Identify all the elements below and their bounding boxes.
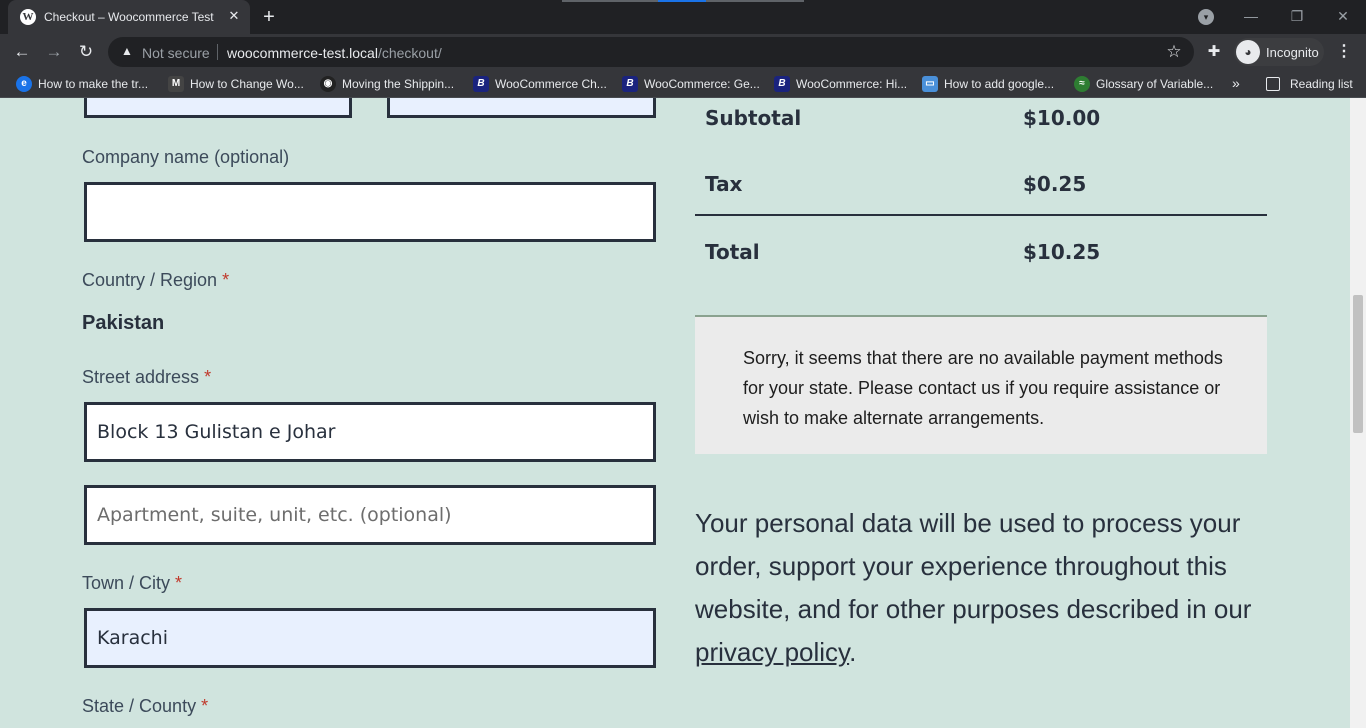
privacy-notice-text: Your personal data will be used to proce… xyxy=(695,508,1252,624)
total-row: Total $10.25 xyxy=(695,226,1267,282)
company-name-label: Company name (optional) xyxy=(82,147,290,167)
bookmark-favicon-icon: e xyxy=(16,76,32,92)
checkout-page: Company name (optional) Country / Region… xyxy=(0,98,1350,728)
country-label: Country / Region * xyxy=(82,270,229,291)
url-host: woocommerce-test.local xyxy=(227,45,378,61)
minimize-icon[interactable]: — xyxy=(1236,4,1266,28)
not-secure-label[interactable]: Not secure xyxy=(142,45,210,61)
subtotal-value: $10.00 xyxy=(1023,106,1101,130)
tax-value: $0.25 xyxy=(1023,172,1087,196)
bookmark-favicon-icon: B xyxy=(622,76,638,92)
company-name-input[interactable] xyxy=(84,182,656,242)
apartment-input[interactable] xyxy=(84,485,656,545)
reading-list-icon xyxy=(1266,77,1280,91)
restore-icon[interactable]: ❐ xyxy=(1282,4,1312,28)
town-city-input[interactable] xyxy=(84,608,656,668)
bookmark-label: WooCommerce: Ge... xyxy=(644,77,760,91)
street-address-label: Street address * xyxy=(82,367,211,388)
street-address-label-text: Street address xyxy=(82,367,200,387)
active-tab[interactable]: W Checkout – Woocommerce Test ✕ xyxy=(8,0,250,34)
country-label-text: Country / Region xyxy=(82,270,218,290)
subtotal-label: Subtotal xyxy=(705,106,802,130)
back-arrow-icon[interactable]: ← xyxy=(10,40,34,64)
required-mark: * xyxy=(222,270,230,290)
state-county-label: State / County * xyxy=(82,696,208,717)
privacy-policy-link[interactable]: privacy policy xyxy=(695,637,849,667)
first-name-input[interactable] xyxy=(84,98,352,118)
address-bar[interactable]: ▲ Not secure woocommerce-test.local/chec… xyxy=(108,37,1194,67)
tab-title: Checkout – Woocommerce Test xyxy=(44,10,214,24)
tab-search-icon[interactable]: ▾ xyxy=(1198,9,1214,25)
state-county-label-text: State / County xyxy=(82,696,197,716)
bookmark-favicon-icon: B xyxy=(774,76,790,92)
bookmarks-bar: e How to make the tr... M How to Change … xyxy=(0,70,1366,98)
bookmark-favicon-icon: B xyxy=(473,76,489,92)
tab-strip-indicator xyxy=(562,0,658,2)
incognito-profile-button[interactable]: ◕ Incognito xyxy=(1234,38,1324,66)
browser-toolbar: ← → ↻ ▲ Not secure woocommerce-test.loca… xyxy=(0,34,1366,70)
reading-list-label: Reading list xyxy=(1290,77,1353,91)
payment-notice-text: Sorry, it seems that there are no availa… xyxy=(743,348,1223,428)
url-path: /checkout/ xyxy=(377,45,442,61)
subtotal-row: Subtotal $10.00 xyxy=(695,98,1267,148)
url-text[interactable]: woocommerce-test.local/checkout/ xyxy=(227,45,442,61)
total-value: $10.25 xyxy=(1023,240,1101,264)
last-name-input[interactable] xyxy=(387,98,656,118)
bookmark-label: How to add google... xyxy=(944,77,1055,91)
bookmark-label: WooCommerce Ch... xyxy=(495,77,607,91)
forward-arrow-icon[interactable]: → xyxy=(42,40,66,64)
tab-strip-indicator-active xyxy=(658,0,706,2)
bookmark-label: Moving the Shippin... xyxy=(342,77,455,91)
order-total-divider xyxy=(695,214,1267,216)
privacy-notice: Your personal data will be used to proce… xyxy=(695,502,1267,674)
close-window-icon[interactable]: ✕ xyxy=(1328,4,1358,28)
bookmark-favicon-icon: M xyxy=(168,76,184,92)
incognito-icon: ◕ xyxy=(1236,40,1260,64)
omnibox-divider xyxy=(217,44,218,60)
tab-strip: W Checkout – Woocommerce Test ✕ + ▾ — ❐ … xyxy=(0,0,1366,34)
required-mark: * xyxy=(175,573,183,593)
kebab-menu-icon[interactable]: ⋮ xyxy=(1334,42,1354,62)
tax-label: Tax xyxy=(705,172,743,196)
privacy-notice-end: . xyxy=(849,637,857,667)
required-mark: * xyxy=(201,696,209,716)
bookmark-favicon-icon: ▭ xyxy=(922,76,938,92)
bookmark-label: How to make the tr... xyxy=(38,77,149,91)
tax-row: Tax $0.25 xyxy=(695,158,1267,214)
bookmark-favicon-icon: ◉ xyxy=(320,76,336,92)
town-city-label-text: Town / City xyxy=(82,573,171,593)
wordpress-icon: W xyxy=(20,9,36,25)
bookmark-label: WooCommerce: Hi... xyxy=(796,77,908,91)
payment-notice: Sorry, it seems that there are no availa… xyxy=(695,315,1267,454)
more-bookmarks-icon[interactable]: » xyxy=(1232,75,1240,91)
warning-icon: ▲ xyxy=(121,44,133,58)
bookmark-star-icon[interactable]: ☆ xyxy=(1164,42,1184,62)
required-mark: * xyxy=(204,367,212,387)
reload-icon[interactable]: ↻ xyxy=(74,40,98,64)
tab-strip-indicator xyxy=(706,0,804,2)
close-tab-icon[interactable]: ✕ xyxy=(226,8,242,24)
street-address-input[interactable] xyxy=(84,402,656,462)
extensions-puzzle-icon[interactable]: ✚ xyxy=(1204,42,1224,62)
scrollbar-thumb[interactable] xyxy=(1353,295,1363,433)
new-tab-button[interactable]: + xyxy=(258,6,280,28)
page-scrollbar[interactable] xyxy=(1350,98,1366,728)
town-city-label: Town / City * xyxy=(82,573,182,594)
country-value: Pakistan xyxy=(82,312,165,334)
total-label: Total xyxy=(705,240,760,264)
bookmark-favicon-icon: ≈ xyxy=(1074,76,1090,92)
bookmark-label: How to Change Wo... xyxy=(190,77,304,91)
incognito-label: Incognito xyxy=(1266,45,1319,60)
bookmark-label: Glossary of Variable... xyxy=(1096,77,1214,91)
